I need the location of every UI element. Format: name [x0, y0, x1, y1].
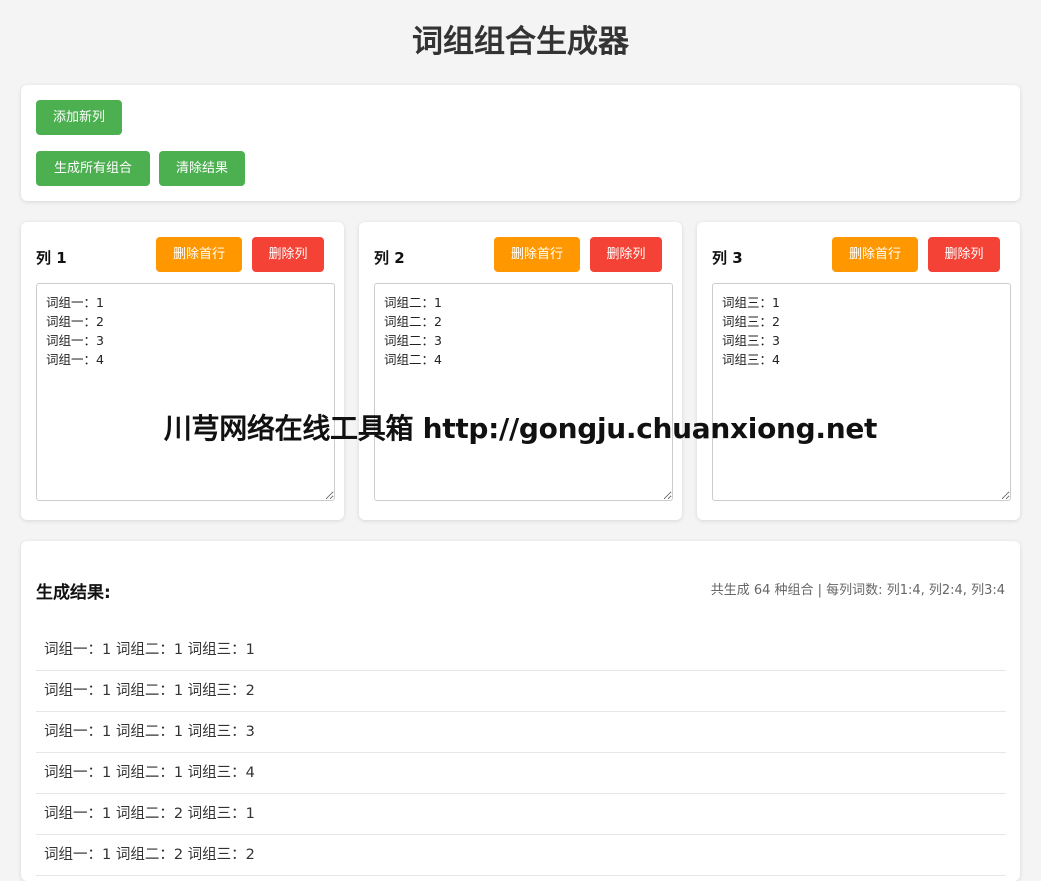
remove-first-row-button[interactable]: 删除首行 [832, 237, 918, 272]
controls-panel: 添加新列 生成所有组合 清除结果 [21, 85, 1020, 201]
column-title: 列 2 [374, 249, 405, 267]
results-list: 词组一：1 词组二：1 词组三：1 词组一：1 词组二：1 词组三：2 词组一：… [36, 630, 1006, 876]
result-item: 词组一：1 词组二：2 词组三：2 [36, 835, 1006, 876]
page-title: 词组组合生成器 [412, 24, 629, 60]
results-title: 生成结果: [36, 583, 111, 603]
results-summary: 共生成 64 种组合 | 每列词数: 列1:4, 列2:4, 列3:4 [710, 583, 1005, 598]
column-title: 列 3 [712, 249, 743, 267]
delete-column-button[interactable]: 删除列 [590, 237, 662, 272]
result-item: 词组一：1 词组二：1 词组三：2 [36, 671, 1006, 712]
column-card-3: 列 3 删除首行 删除列 词组三：1 词组三：2 词组三：3 词组三：4 [697, 222, 1020, 520]
generate-combinations-button[interactable]: 生成所有组合 [36, 151, 150, 186]
delete-column-button[interactable]: 删除列 [928, 237, 1000, 272]
column-words-input[interactable]: 词组三：1 词组三：2 词组三：3 词组三：4 [712, 283, 1011, 501]
results-panel: 生成结果: 共生成 64 种组合 | 每列词数: 列1:4, 列2:4, 列3:… [21, 541, 1020, 881]
result-item: 词组一：1 词组二：1 词组三：4 [36, 753, 1006, 794]
column-title: 列 1 [36, 249, 67, 267]
clear-results-button[interactable]: 清除结果 [159, 151, 245, 186]
result-item: 词组一：1 词组二：1 词组三：1 [36, 630, 1006, 671]
delete-column-button[interactable]: 删除列 [252, 237, 324, 272]
add-column-button[interactable]: 添加新列 [36, 100, 122, 135]
remove-first-row-button[interactable]: 删除首行 [156, 237, 242, 272]
result-item: 词组一：1 词组二：2 词组三：1 [36, 794, 1006, 835]
remove-first-row-button[interactable]: 删除首行 [494, 237, 580, 272]
column-card-2: 列 2 删除首行 删除列 词组二：1 词组二：2 词组二：3 词组二：4 [359, 222, 682, 520]
column-card-1: 列 1 删除首行 删除列 词组一：1 词组一：2 词组一：3 词组一：4 [21, 222, 344, 520]
column-words-input[interactable]: 词组二：1 词组二：2 词组二：3 词组二：4 [374, 283, 673, 501]
column-words-input[interactable]: 词组一：1 词组一：2 词组一：3 词组一：4 [36, 283, 335, 501]
result-item: 词组一：1 词组二：1 词组三：3 [36, 712, 1006, 753]
